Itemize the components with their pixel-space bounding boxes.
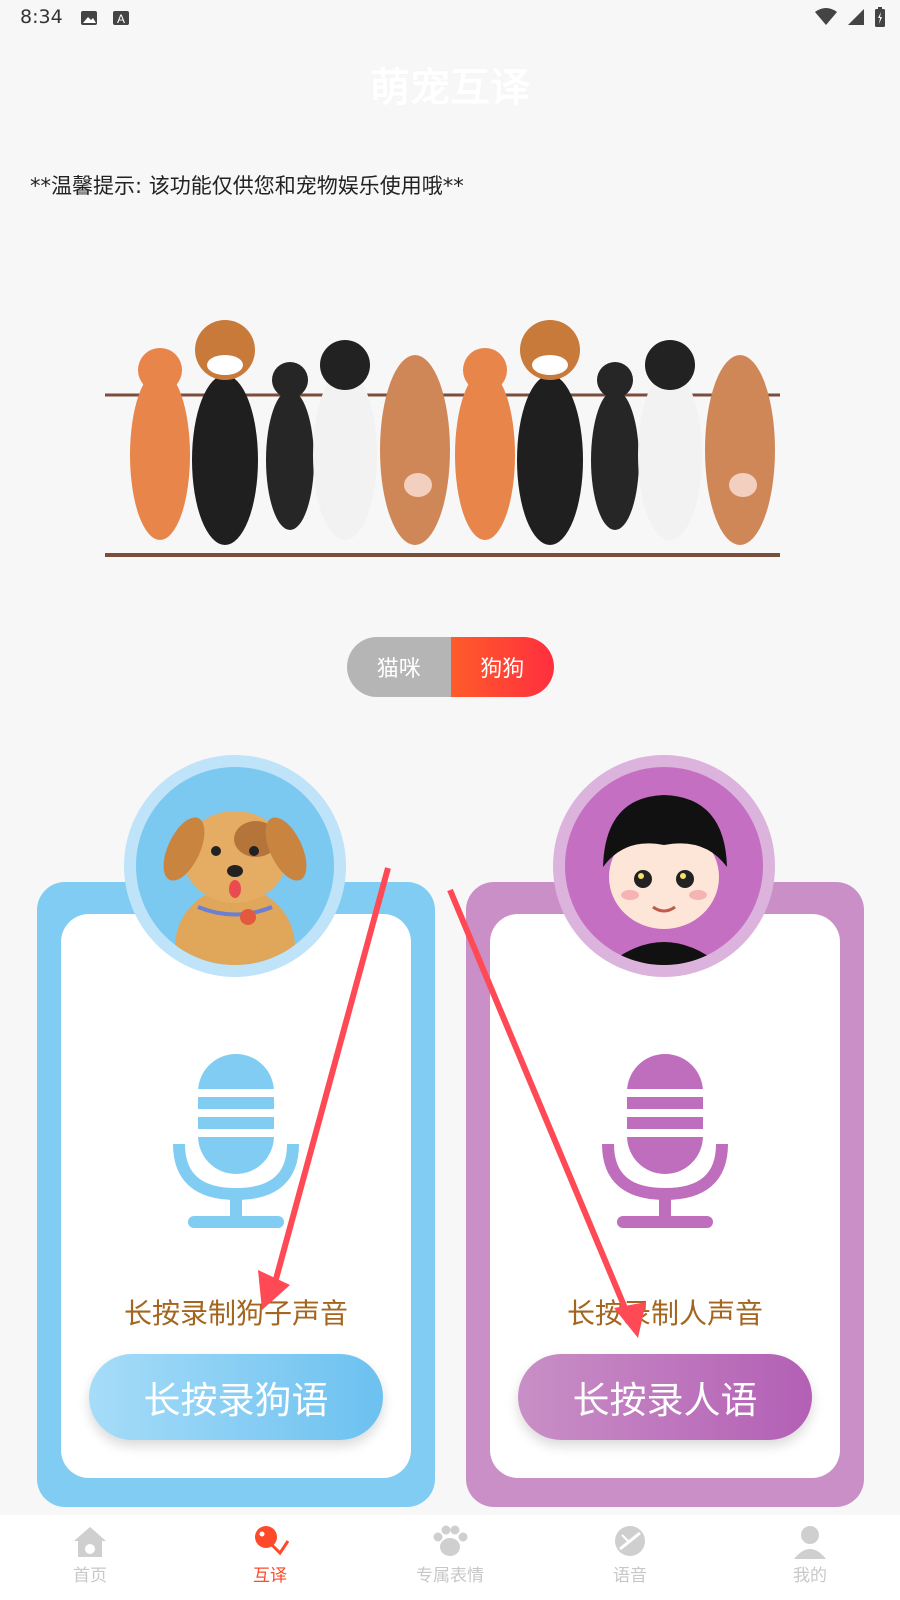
nav-home-label: 首页 <box>73 1566 107 1586</box>
tip-text: **温馨提示: 该功能仅供您和宠物娱乐使用哦** <box>30 174 464 198</box>
nav-home[interactable]: 首页 <box>0 1515 180 1600</box>
toggle-cat[interactable]: 猫咪 <box>347 637 451 697</box>
bottom-nav: 首页 互译 专属表情 语音 我的 <box>0 1515 900 1600</box>
dogs-illustration <box>105 320 780 557</box>
record-dog-button[interactable]: 长按录狗语 <box>89 1354 383 1440</box>
record-human-button[interactable]: 长按录人语 <box>518 1354 812 1440</box>
home-icon <box>74 1527 106 1557</box>
wifi-icon <box>815 8 837 25</box>
paw-icon <box>433 1525 468 1556</box>
nav-voice-label: 语音 <box>613 1566 647 1586</box>
nav-voice[interactable]: 语音 <box>540 1515 720 1600</box>
nav-stickers[interactable]: 专属表情 <box>360 1515 540 1600</box>
status-bar: 8:34 A <box>0 0 900 36</box>
svg-text:A: A <box>117 12 125 26</box>
image-icon <box>81 11 97 25</box>
dog-hint: 长按录制狗子声音 <box>123 1297 348 1330</box>
human-microphone-icon[interactable] <box>602 1054 728 1234</box>
pet-type-toggle[interactable]: 猫咪 狗狗 <box>347 637 554 697</box>
profile-icon <box>794 1526 826 1559</box>
text-a-icon: A <box>113 11 129 26</box>
status-time: 8:34 <box>20 6 63 28</box>
nav-translate-label: 互译 <box>253 1566 287 1586</box>
nav-profile[interactable]: 我的 <box>720 1515 900 1600</box>
human-avatar <box>553 755 775 977</box>
human-hint: 长按录制人声音 <box>566 1297 763 1330</box>
toggle-dog[interactable]: 狗狗 <box>450 637 554 697</box>
nav-stickers-label: 专属表情 <box>416 1566 484 1586</box>
signal-icon <box>848 9 864 25</box>
dog-microphone-icon[interactable] <box>173 1054 299 1234</box>
voice-icon <box>615 1526 645 1556</box>
app-title: 萌宠互译 <box>370 65 530 111</box>
dog-avatar <box>124 755 346 977</box>
nav-profile-label: 我的 <box>793 1566 827 1586</box>
battery-icon <box>875 7 885 27</box>
translate-icon <box>255 1526 290 1556</box>
nav-translate[interactable]: 互译 <box>180 1515 360 1600</box>
